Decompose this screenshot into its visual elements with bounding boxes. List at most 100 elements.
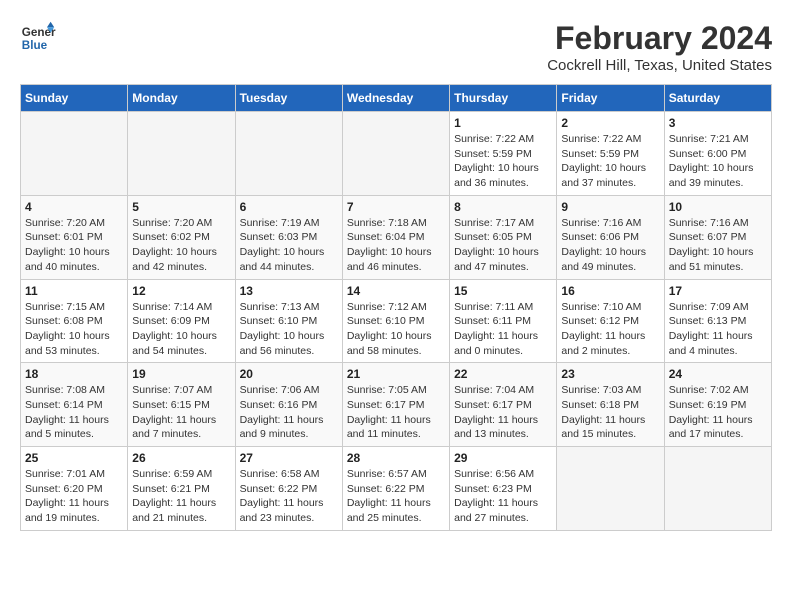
calendar-cell: 19Sunrise: 7:07 AM Sunset: 6:15 PM Dayli… xyxy=(128,363,235,447)
calendar-body: 1 Sunrise: 7:22 AM Sunset: 5:59 PM Daylig… xyxy=(21,112,772,531)
calendar-cell: 21 Sunrise: 7:05 AM Sunset: 6:17 PM Dayli… xyxy=(342,363,449,447)
day-info: Sunrise: 7:03 AM Sunset: 6:18 PM Dayligh… xyxy=(561,383,659,442)
calendar-cell: 25Sunrise: 7:01 AM Sunset: 6:20 PM Dayli… xyxy=(21,447,128,531)
day-number: 10 xyxy=(669,200,767,214)
day-info: Sunrise: 7:17 AM Sunset: 6:05 PM Dayligh… xyxy=(454,216,552,275)
day-number: 20 xyxy=(240,367,338,381)
calendar-cell: 9 Sunrise: 7:16 AM Sunset: 6:06 PM Daylig… xyxy=(557,195,664,279)
calendar-cell: 2 Sunrise: 7:22 AM Sunset: 5:59 PM Daylig… xyxy=(557,112,664,196)
calendar-cell: 7 Sunrise: 7:18 AM Sunset: 6:04 PM Daylig… xyxy=(342,195,449,279)
title-block: February 2024 Cockrell Hill, Texas, Unit… xyxy=(547,20,772,74)
day-number: 4 xyxy=(25,200,123,214)
calendar-cell: 5Sunrise: 7:20 AM Sunset: 6:02 PM Daylig… xyxy=(128,195,235,279)
day-number: 22 xyxy=(454,367,552,381)
day-info: Sunrise: 7:18 AM Sunset: 6:04 PM Dayligh… xyxy=(347,216,445,275)
day-number: 7 xyxy=(347,200,445,214)
calendar-cell: 29 Sunrise: 6:56 AM Sunset: 6:23 PM Dayli… xyxy=(450,447,557,531)
day-info: Sunrise: 7:22 AM Sunset: 5:59 PM Dayligh… xyxy=(454,132,552,191)
day-info: Sunrise: 6:58 AM Sunset: 6:22 PM Dayligh… xyxy=(240,467,338,526)
calendar-cell xyxy=(235,112,342,196)
weekday-header: Friday xyxy=(557,85,664,112)
calendar-cell: 6 Sunrise: 7:19 AM Sunset: 6:03 PM Daylig… xyxy=(235,195,342,279)
calendar-cell: 24 Sunrise: 7:02 AM Sunset: 6:19 PM Dayli… xyxy=(664,363,771,447)
calendar-header: SundayMondayTuesdayWednesdayThursdayFrid… xyxy=(21,85,772,112)
day-info: Sunrise: 7:12 AM Sunset: 6:10 PM Dayligh… xyxy=(347,300,445,359)
day-info: Sunrise: 7:10 AM Sunset: 6:12 PM Dayligh… xyxy=(561,300,659,359)
calendar-cell: 15 Sunrise: 7:11 AM Sunset: 6:11 PM Dayli… xyxy=(450,279,557,363)
calendar-cell xyxy=(21,112,128,196)
day-number: 18 xyxy=(25,367,123,381)
day-number: 12 xyxy=(132,284,230,298)
page-header: General Blue February 2024 Cockrell Hill… xyxy=(20,20,772,74)
day-info: Sunrise: 7:09 AM Sunset: 6:13 PM Dayligh… xyxy=(669,300,767,359)
day-info: Sunrise: 7:02 AM Sunset: 6:19 PM Dayligh… xyxy=(669,383,767,442)
calendar-cell: 28 Sunrise: 6:57 AM Sunset: 6:22 PM Dayli… xyxy=(342,447,449,531)
day-number: 19 xyxy=(132,367,230,381)
day-info: Sunrise: 7:19 AM Sunset: 6:03 PM Dayligh… xyxy=(240,216,338,275)
day-number: 28 xyxy=(347,451,445,465)
day-info: Sunrise: 7:20 AM Sunset: 6:01 PM Dayligh… xyxy=(25,216,123,275)
weekday-header: Wednesday xyxy=(342,85,449,112)
day-info: Sunrise: 7:14 AM Sunset: 6:09 PM Dayligh… xyxy=(132,300,230,359)
calendar-table: SundayMondayTuesdayWednesdayThursdayFrid… xyxy=(20,84,772,531)
day-number: 11 xyxy=(25,284,123,298)
day-number: 24 xyxy=(669,367,767,381)
day-info: Sunrise: 7:20 AM Sunset: 6:02 PM Dayligh… xyxy=(132,216,230,275)
day-number: 13 xyxy=(240,284,338,298)
calendar-cell: 17 Sunrise: 7:09 AM Sunset: 6:13 PM Dayli… xyxy=(664,279,771,363)
logo-icon: General Blue xyxy=(20,20,56,56)
calendar-cell: 10 Sunrise: 7:16 AM Sunset: 6:07 PM Dayli… xyxy=(664,195,771,279)
day-number: 29 xyxy=(454,451,552,465)
calendar-cell xyxy=(664,447,771,531)
calendar-cell: 11 Sunrise: 7:15 AM Sunset: 6:08 PM Dayli… xyxy=(21,279,128,363)
calendar-cell: 22 Sunrise: 7:04 AM Sunset: 6:17 PM Dayli… xyxy=(450,363,557,447)
calendar-cell: 18 Sunrise: 7:08 AM Sunset: 6:14 PM Dayli… xyxy=(21,363,128,447)
subtitle: Cockrell Hill, Texas, United States xyxy=(547,57,772,74)
logo: General Blue xyxy=(20,20,56,56)
calendar-cell: 16 Sunrise: 7:10 AM Sunset: 6:12 PM Dayli… xyxy=(557,279,664,363)
calendar-cell: 8 Sunrise: 7:17 AM Sunset: 6:05 PM Daylig… xyxy=(450,195,557,279)
day-number: 8 xyxy=(454,200,552,214)
day-info: Sunrise: 7:01 AM Sunset: 6:20 PM Dayligh… xyxy=(25,467,123,526)
day-number: 1 xyxy=(454,116,552,130)
day-number: 15 xyxy=(454,284,552,298)
day-info: Sunrise: 7:11 AM Sunset: 6:11 PM Dayligh… xyxy=(454,300,552,359)
weekday-header: Sunday xyxy=(21,85,128,112)
day-info: Sunrise: 7:04 AM Sunset: 6:17 PM Dayligh… xyxy=(454,383,552,442)
day-info: Sunrise: 6:56 AM Sunset: 6:23 PM Dayligh… xyxy=(454,467,552,526)
day-info: Sunrise: 7:16 AM Sunset: 6:07 PM Dayligh… xyxy=(669,216,767,275)
day-number: 23 xyxy=(561,367,659,381)
day-number: 17 xyxy=(669,284,767,298)
day-number: 27 xyxy=(240,451,338,465)
day-number: 3 xyxy=(669,116,767,130)
calendar-cell: 27 Sunrise: 6:58 AM Sunset: 6:22 PM Dayli… xyxy=(235,447,342,531)
day-number: 2 xyxy=(561,116,659,130)
weekday-header: Thursday xyxy=(450,85,557,112)
calendar-cell: 14 Sunrise: 7:12 AM Sunset: 6:10 PM Dayli… xyxy=(342,279,449,363)
calendar-cell xyxy=(128,112,235,196)
calendar-cell: 20 Sunrise: 7:06 AM Sunset: 6:16 PM Dayli… xyxy=(235,363,342,447)
day-info: Sunrise: 7:22 AM Sunset: 5:59 PM Dayligh… xyxy=(561,132,659,191)
calendar-cell: 1 Sunrise: 7:22 AM Sunset: 5:59 PM Daylig… xyxy=(450,112,557,196)
day-info: Sunrise: 7:16 AM Sunset: 6:06 PM Dayligh… xyxy=(561,216,659,275)
calendar-cell: 12 Sunrise: 7:14 AM Sunset: 6:09 PM Dayli… xyxy=(128,279,235,363)
day-info: Sunrise: 6:59 AM Sunset: 6:21 PM Dayligh… xyxy=(132,467,230,526)
day-number: 14 xyxy=(347,284,445,298)
day-info: Sunrise: 7:06 AM Sunset: 6:16 PM Dayligh… xyxy=(240,383,338,442)
calendar-cell: 13Sunrise: 7:13 AM Sunset: 6:10 PM Dayli… xyxy=(235,279,342,363)
day-number: 9 xyxy=(561,200,659,214)
day-info: Sunrise: 7:21 AM Sunset: 6:00 PM Dayligh… xyxy=(669,132,767,191)
day-number: 21 xyxy=(347,367,445,381)
main-title: February 2024 xyxy=(547,20,772,57)
day-info: Sunrise: 7:05 AM Sunset: 6:17 PM Dayligh… xyxy=(347,383,445,442)
weekday-header: Tuesday xyxy=(235,85,342,112)
calendar-cell: 4 Sunrise: 7:20 AM Sunset: 6:01 PM Daylig… xyxy=(21,195,128,279)
day-info: Sunrise: 7:15 AM Sunset: 6:08 PM Dayligh… xyxy=(25,300,123,359)
day-number: 16 xyxy=(561,284,659,298)
day-info: Sunrise: 6:57 AM Sunset: 6:22 PM Dayligh… xyxy=(347,467,445,526)
day-number: 6 xyxy=(240,200,338,214)
day-info: Sunrise: 7:08 AM Sunset: 6:14 PM Dayligh… xyxy=(25,383,123,442)
calendar-cell xyxy=(557,447,664,531)
day-number: 26 xyxy=(132,451,230,465)
calendar-cell: 23 Sunrise: 7:03 AM Sunset: 6:18 PM Dayli… xyxy=(557,363,664,447)
